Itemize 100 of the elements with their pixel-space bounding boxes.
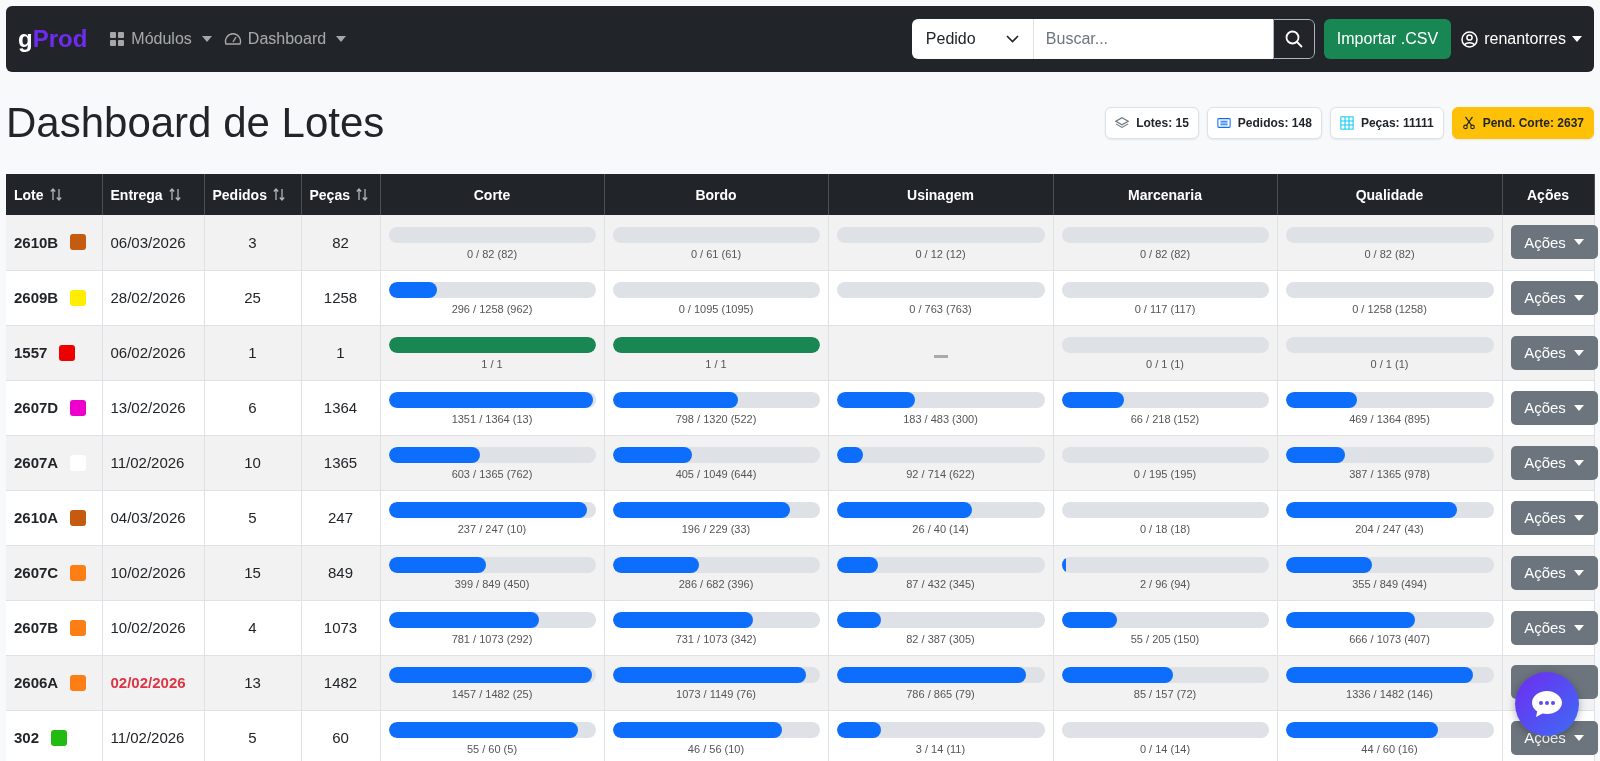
progress-label: 46 / 56 (10) xyxy=(686,743,746,755)
column-header[interactable]: Lote xyxy=(6,174,102,215)
search-field[interactable]: Buscar... xyxy=(1033,19,1273,59)
progress-label: 0 / 82 (82) xyxy=(1363,247,1416,260)
progress-label: 0 / 117 (117) xyxy=(1133,303,1197,315)
actions-button[interactable]: Ações xyxy=(1510,445,1598,480)
table-cell: 1073 xyxy=(301,600,380,655)
table-cell: 15 xyxy=(204,545,301,600)
actions-button[interactable]: Ações xyxy=(1510,280,1598,315)
progress-label: 0 / 1258 (1258) xyxy=(1351,303,1428,315)
badge-label: Pend. Corte: 2637 xyxy=(1482,116,1584,130)
badge-label: Peças: 11111 xyxy=(1360,116,1434,130)
progress-label: 666 / 1073 (407) xyxy=(1348,633,1431,645)
table-cell: 849 xyxy=(301,545,380,600)
table-cell: 1 xyxy=(301,325,380,380)
column-header: Usinagem xyxy=(828,174,1053,215)
nav-menu[interactable]: Dashboard xyxy=(223,30,347,48)
progress-label: 399 / 849 (450) xyxy=(453,578,531,590)
actions-button[interactable]: Ações xyxy=(1510,610,1598,645)
badge-label: Pedidos: 148 xyxy=(1237,116,1312,130)
column-header[interactable]: Entrega xyxy=(102,174,204,215)
progress-label: 1 / 1 xyxy=(480,358,504,370)
caret-icon xyxy=(1573,239,1584,246)
caret-icon xyxy=(1573,734,1584,741)
lote-code: 2609B xyxy=(14,289,59,306)
actions-button[interactable]: Ações xyxy=(1510,500,1598,535)
table-cell: 5 xyxy=(204,490,301,545)
lote-code: 302 xyxy=(14,729,40,746)
progress-label: 286 / 682 (396) xyxy=(677,578,755,590)
badge-label: Lotes: 15 xyxy=(1136,116,1189,130)
progress-label: 469 / 1364 (895) xyxy=(1348,413,1431,425)
brand-logo[interactable]: gProd xyxy=(18,25,88,53)
progress-label: 92 / 714 (622) xyxy=(905,468,976,480)
column-header[interactable]: Peças xyxy=(301,174,380,215)
caret-icon xyxy=(1573,349,1584,356)
actions-button[interactable]: Ações xyxy=(1510,335,1598,370)
lote-code: 2610B xyxy=(14,233,59,251)
sort-icon xyxy=(49,188,62,201)
lote-code: 2607D xyxy=(14,399,59,416)
column-header: Qualidade xyxy=(1277,174,1502,215)
table-cell: 1365 xyxy=(301,435,380,490)
progress-label: 26 / 40 (14) xyxy=(911,523,970,535)
table-cell: 1482 xyxy=(301,655,380,710)
actions-button[interactable]: Ações xyxy=(1510,225,1598,260)
table-cell: 6 xyxy=(204,380,301,435)
lote-code: 1557 xyxy=(14,344,48,361)
progress-label: 1457 / 1482 (25) xyxy=(450,688,534,700)
caret-icon xyxy=(1573,404,1584,411)
column-header[interactable]: Pedidos xyxy=(204,174,301,215)
delivery-date: 04/03/2026 xyxy=(110,509,186,526)
caret-icon xyxy=(1573,569,1584,576)
user-icon xyxy=(1461,30,1479,48)
progress-label: 387 / 1365 (978) xyxy=(1348,468,1431,480)
lote-code: 2607A xyxy=(14,454,59,471)
progress-label: 0 / 82 (82) xyxy=(465,247,519,260)
search-button[interactable] xyxy=(1272,19,1315,59)
lote-code: 2607C xyxy=(14,564,59,581)
grid-icon xyxy=(109,31,126,47)
actions-button[interactable]: Ações xyxy=(1510,390,1598,425)
caret-icon xyxy=(336,36,347,42)
progress-label: 237 / 247 (10) xyxy=(456,523,528,535)
chat-icon xyxy=(1531,690,1563,718)
progress-label: 786 / 865 (79) xyxy=(905,688,976,700)
delivery-date: 06/03/2026 xyxy=(110,233,186,251)
progress-label: 55 / 60 (5) xyxy=(465,743,519,755)
actions-button[interactable]: Ações xyxy=(1510,555,1598,590)
progress-label: 0 / 763 (763) xyxy=(908,303,973,315)
caret-icon xyxy=(1573,459,1584,466)
progress-label: 296 / 1258 (962) xyxy=(450,303,534,315)
table-cell: 5 xyxy=(204,710,301,761)
search-scope-select[interactable]: Pedido xyxy=(911,19,1034,59)
column-header: Ações xyxy=(1502,174,1594,215)
import-button[interactable]: Importar .CSV xyxy=(1323,19,1452,59)
page-title: Dashboard de Lotes xyxy=(6,99,385,147)
lote-code: 2607B xyxy=(14,619,59,636)
progress-label: 3 / 14 (11) xyxy=(914,743,967,755)
progress-label: 0 / 195 (195) xyxy=(1132,468,1198,480)
caret-icon xyxy=(1573,624,1584,631)
progress-label: 1351 / 1364 (13) xyxy=(450,413,534,425)
progress-label: 0 / 12 (12) xyxy=(914,247,967,260)
delivery-date: 02/02/2026 xyxy=(110,674,186,691)
progress-label: 0 / 1 (1) xyxy=(1145,358,1185,370)
progress-label: 196 / 229 (33) xyxy=(680,523,752,535)
lote-code: 2610A xyxy=(14,509,59,526)
nav-menu[interactable]: Módulos xyxy=(109,30,212,48)
progress-label: 0 / 18 (18) xyxy=(1138,523,1192,535)
delivery-date: 11/02/2026 xyxy=(110,729,185,746)
user-menu[interactable]: renantorres xyxy=(1461,30,1582,48)
sort-icon xyxy=(356,188,368,201)
dash-icon xyxy=(933,355,948,358)
progress-label: 603 / 1365 (762) xyxy=(450,468,534,480)
progress-label: 0 / 1 (1) xyxy=(1369,358,1410,370)
progress-label: 1336 / 1482 (146) xyxy=(1345,688,1434,700)
table-cell: 1 xyxy=(204,325,301,380)
progress-label: 2 / 96 (94) xyxy=(1138,578,1192,590)
lote-code: 2606A xyxy=(14,674,59,691)
table-cell: 60 xyxy=(301,710,380,761)
table-cell: 1258 xyxy=(301,270,380,325)
progress-label: 204 / 247 (43) xyxy=(1354,523,1425,535)
delivery-date: 13/02/2026 xyxy=(110,399,186,416)
